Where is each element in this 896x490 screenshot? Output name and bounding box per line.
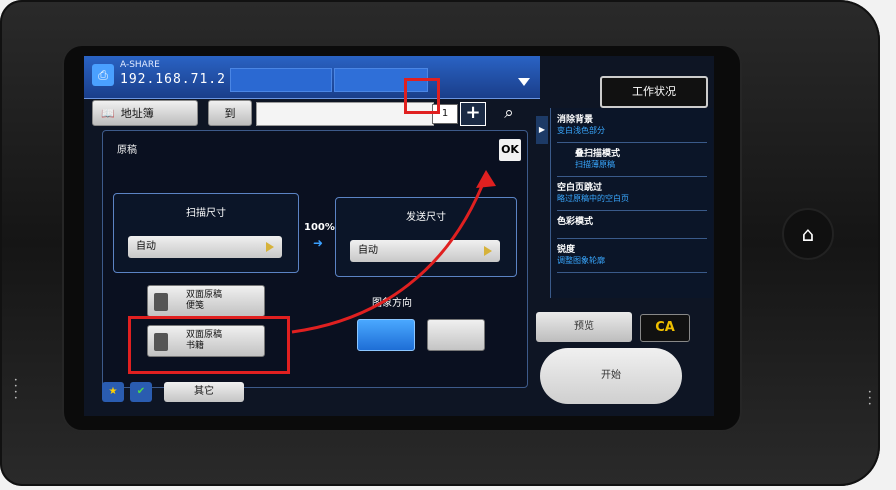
to-button[interactable]: 到 (208, 100, 252, 126)
item-subtitle: 调整图象轮廓 (557, 256, 605, 265)
ok-highlight-box (404, 78, 440, 114)
right-panel-item[interactable]: 色彩模式 (557, 214, 707, 239)
item-title: 空白页跳过 (557, 183, 603, 193)
others-button[interactable]: 其它 (164, 382, 244, 402)
expand-panel-tab[interactable]: ▶ (536, 116, 548, 144)
item-title: 叠扫描模式 (575, 149, 621, 159)
panel-title: 原稿 (117, 145, 137, 156)
book-icon: 📖 (101, 106, 115, 120)
home-icon: ⌂ (801, 222, 815, 246)
send-size-select[interactable]: 自动 (350, 240, 500, 262)
item-title: 消除背景 (557, 115, 594, 125)
favorite-button[interactable]: ★ (102, 382, 124, 402)
orientation-label: 图象方向 (372, 298, 412, 309)
orientation-portrait-button[interactable] (357, 319, 415, 351)
search-icon[interactable]: ⌕ (496, 102, 522, 124)
right-panel-item[interactable]: 锐度 调整图象轮廓 (557, 242, 707, 273)
speaker-dots-right: • • • (868, 389, 872, 408)
right-panel-item[interactable]: 空白页跳过 略过原稿中的空白页 (557, 180, 707, 211)
address-book-button[interactable]: 📖 地址簿 (92, 100, 198, 126)
scan-size-value: 自动 (136, 241, 156, 252)
arrow-right-icon: ➜ (313, 236, 324, 250)
orientation-landscape-button[interactable] (427, 319, 485, 351)
header-tab-1[interactable] (230, 68, 332, 92)
header-bar: ⎙ A-SHARE 192.168.71.2 (84, 56, 540, 99)
item-title: 色彩模式 (557, 217, 594, 227)
dropdown-arrow-icon[interactable] (518, 78, 530, 86)
right-panel-item[interactable]: 叠扫描模式 扫描薄原稿 (557, 146, 707, 177)
device-ip: 192.168.71.2 (120, 72, 226, 87)
duplex-booklet-line1: 双面原稿 (186, 290, 223, 300)
document-icon (154, 293, 168, 311)
preview-button[interactable]: 预览 (536, 312, 632, 342)
scan-size-select[interactable]: 自动 (128, 236, 282, 258)
send-size-label: 发送尺寸 (406, 212, 446, 223)
clear-all-button[interactable]: CA (640, 314, 690, 342)
scan-size-label: 扫描尺寸 (186, 208, 226, 219)
scan-size-box: 扫描尺寸 自动 (113, 193, 299, 273)
send-size-box: 发送尺寸 自动 (335, 197, 517, 277)
address-book-label: 地址簿 (120, 107, 154, 120)
item-subtitle: 变白浅色部分 (557, 126, 605, 135)
checkmark-button[interactable]: ✔ (130, 382, 152, 402)
start-button[interactable]: 开始 (540, 348, 682, 404)
add-destination-button[interactable]: + (460, 102, 486, 126)
device-name: A-SHARE (120, 60, 160, 70)
job-status-button[interactable]: 工作状况 (600, 76, 708, 108)
arrow-right-icon (266, 242, 274, 252)
item-subtitle: 略过原稿中的空白页 (557, 194, 629, 203)
item-title: 锐度 (557, 245, 576, 255)
send-size-value: 自动 (358, 245, 378, 256)
ok-button[interactable]: OK (499, 139, 521, 161)
ratio-label: 100% (304, 222, 335, 233)
duplex-booklet-line2: 便笺 (186, 301, 205, 311)
item-subtitle: 扫描薄原稿 (575, 160, 615, 169)
right-settings-panel: 消除背景 变白浅色部分 叠扫描模式 扫描薄原稿 空白页跳过 略过原稿中的空白页 … (550, 108, 713, 298)
duplex-booklet-button[interactable]: 双面原稿 便笺 (147, 285, 265, 317)
home-button[interactable]: ⌂ (782, 208, 834, 260)
right-panel-item[interactable]: 消除背景 变白浅色部分 (557, 112, 707, 143)
printer-icon: ⎙ (92, 64, 114, 86)
speaker-dots-left: • • • • (14, 377, 18, 402)
arrow-right-icon (484, 246, 492, 256)
duplex-book-highlight-box (128, 316, 290, 374)
